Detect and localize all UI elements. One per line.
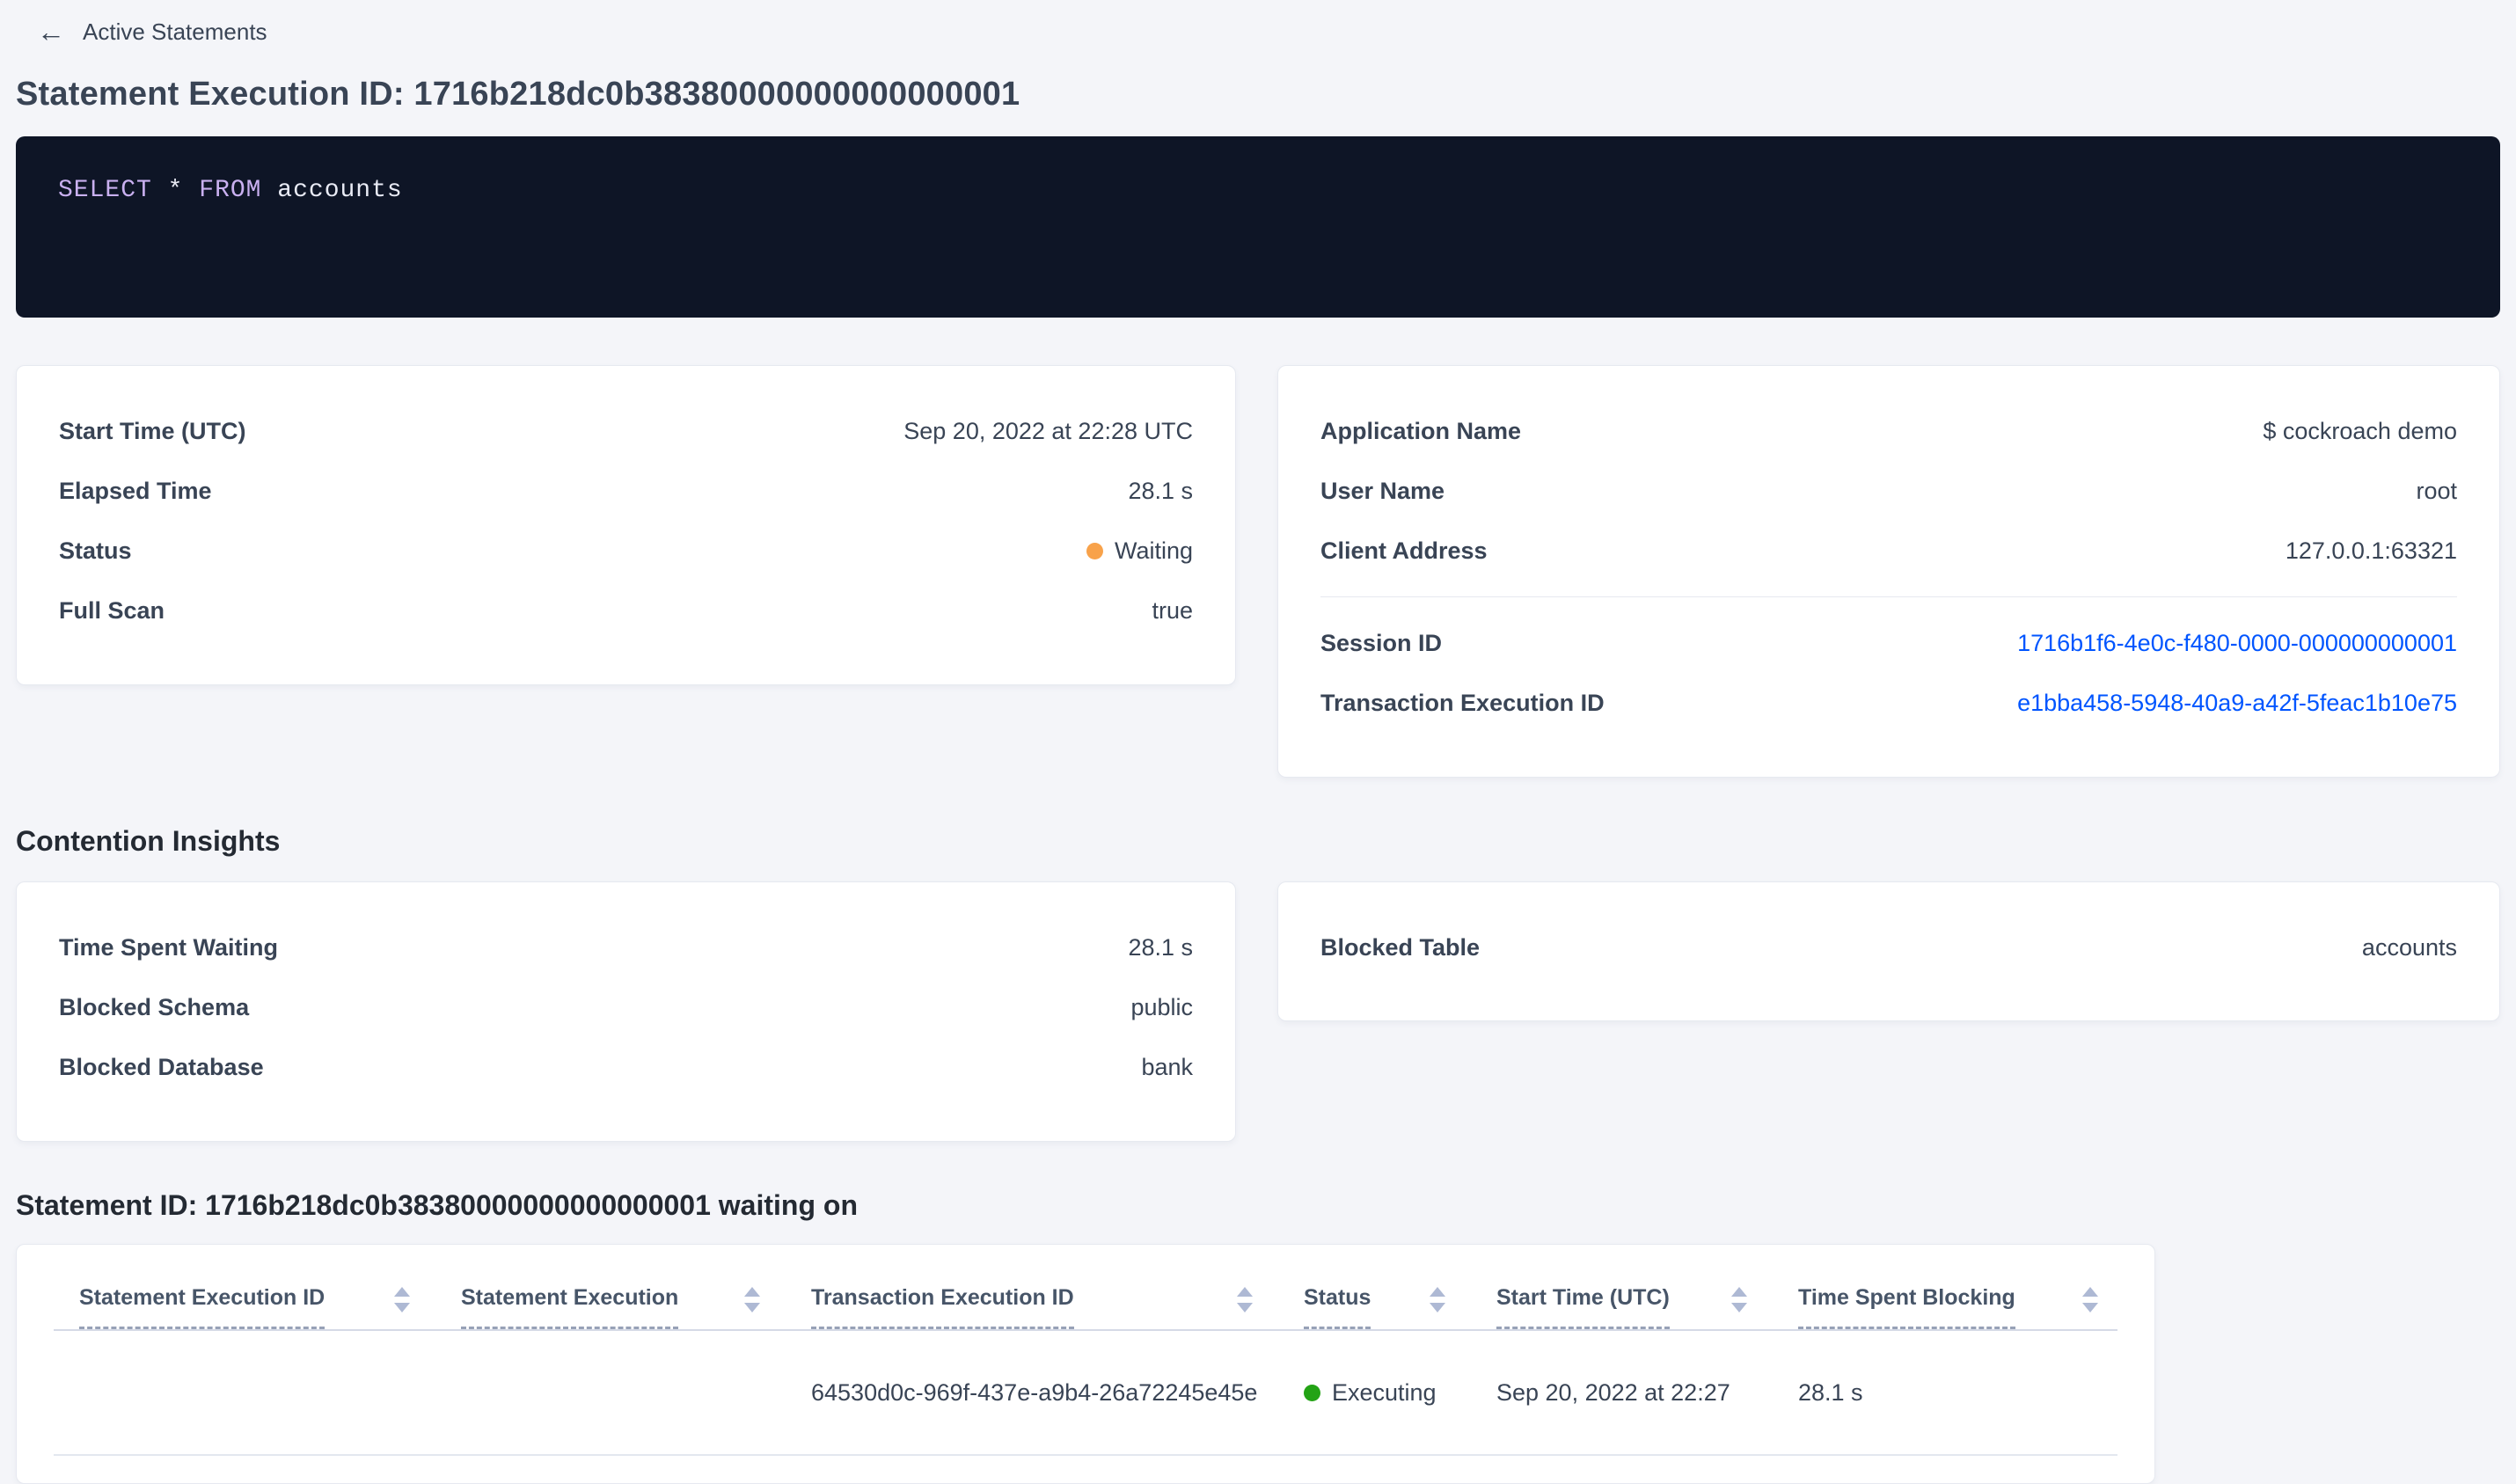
sort-down-icon <box>1430 1303 1445 1312</box>
column-header-status: Status <box>1304 1283 1496 1329</box>
application-name-row: Application Name $ cockroach demo <box>1320 401 2457 461</box>
elapsed-time-row: Elapsed Time 28.1 s <box>59 461 1193 521</box>
transaction-execution-id-link[interactable]: e1bba458-5948-40a9-a42f-5feac1b10e75 <box>2017 690 2457 717</box>
sort-down-icon <box>1731 1303 1747 1312</box>
elapsed-time-label: Elapsed Time <box>59 477 212 504</box>
sort-up-icon <box>394 1287 410 1297</box>
session-card: Application Name $ cockroach demo User N… <box>1277 365 2500 778</box>
elapsed-time-value: 28.1 s <box>1128 477 1193 504</box>
sql-keyword-select: SELECT <box>58 177 152 204</box>
top-cards-row: Start Time (UTC) Sep 20, 2022 at 22:28 U… <box>16 365 2500 778</box>
column-header-time-spent-blocking: Time Spent Blocking <box>1798 1283 2103 1329</box>
status-row: Status Waiting <box>59 521 1193 581</box>
executing-status-dot-icon <box>1304 1384 1320 1401</box>
full-scan-label: Full Scan <box>59 596 165 624</box>
start-time-label: Start Time (UTC) <box>59 417 246 444</box>
sql-keyword-from: FROM <box>199 177 262 204</box>
column-header-transaction-execution-id: Transaction Execution ID <box>811 1283 1304 1329</box>
transaction-execution-id-row: Transaction Execution ID e1bba458-5948-4… <box>1320 673 2457 733</box>
sql-star: * <box>167 177 184 204</box>
time-spent-waiting-row: Time Spent Waiting 28.1 s <box>59 917 1193 977</box>
contention-insights-heading: Contention Insights <box>16 825 281 857</box>
time-spent-waiting-value: 28.1 s <box>1128 933 1193 961</box>
blocked-database-row: Blocked Database bank <box>59 1037 1193 1097</box>
session-card-divider <box>1320 596 2457 597</box>
column-header-statement-execution: Statement Execution <box>461 1283 811 1329</box>
table-header-row: Statement Execution ID Statement Executi… <box>54 1245 2117 1331</box>
waiting-on-heading: Statement ID: 1716b218dc0b38380000000000… <box>16 1189 858 1221</box>
back-link-label: Active Statements <box>83 18 267 45</box>
blocked-database-label: Blocked Database <box>59 1053 264 1080</box>
blocked-table-row: Blocked Table accounts <box>1320 917 2457 977</box>
blocked-schema-value: public <box>1130 993 1193 1020</box>
arrow-left-icon: ← <box>37 16 65 48</box>
status-value-text: Waiting <box>1114 537 1193 564</box>
sort-down-icon <box>1237 1303 1253 1312</box>
time-spent-waiting-label: Time Spent Waiting <box>59 933 279 961</box>
blocked-table-card: Blocked Table accounts <box>1277 881 2500 1021</box>
table-row: 64530d0c-969f-437e-a9b4-26a72245e45e Exe… <box>54 1331 2117 1456</box>
blocked-table-label: Blocked Table <box>1320 933 1481 961</box>
sql-table-name: accounts <box>277 177 403 204</box>
sort-control[interactable] <box>394 1283 410 1312</box>
sort-up-icon <box>744 1287 760 1297</box>
cell-status: Executing <box>1304 1379 1496 1407</box>
session-id-link[interactable]: 1716b1f6-4e0c-f480-0000-000000000001 <box>2017 630 2457 657</box>
user-name-row: User Name root <box>1320 461 2457 521</box>
column-header-statement-execution-id: Statement Execution ID <box>79 1283 461 1329</box>
status-label: Status <box>59 537 132 564</box>
start-time-row: Start Time (UTC) Sep 20, 2022 at 22:28 U… <box>59 401 1193 461</box>
blocked-schema-label: Blocked Schema <box>59 993 250 1020</box>
blocked-table-value: accounts <box>2361 933 2457 961</box>
sort-down-icon <box>394 1303 410 1312</box>
sort-control[interactable] <box>1731 1283 1747 1312</box>
application-name-value: $ cockroach demo <box>2263 417 2457 444</box>
client-address-row: Client Address 127.0.0.1:63321 <box>1320 521 2457 581</box>
column-header-label[interactable]: Statement Execution ID <box>79 1283 325 1329</box>
full-scan-row: Full Scan true <box>59 581 1193 640</box>
cell-time-spent-blocking: 28.1 s <box>1798 1378 1863 1406</box>
cell-status-text: Executing <box>1332 1378 1437 1406</box>
back-link-active-statements[interactable]: ← Active Statements <box>37 12 267 51</box>
contention-cards-row: Time Spent Waiting 28.1 s Blocked Schema… <box>16 881 2500 1142</box>
column-header-start-time: Start Time (UTC) <box>1496 1283 1798 1329</box>
transaction-execution-id-label: Transaction Execution ID <box>1320 689 1605 716</box>
waiting-status-dot-icon <box>1086 542 1103 559</box>
column-header-label[interactable]: Transaction Execution ID <box>811 1283 1074 1329</box>
column-header-label[interactable]: Start Time (UTC) <box>1496 1283 1670 1329</box>
session-id-label: Session ID <box>1320 629 1443 656</box>
sort-up-icon <box>2082 1287 2098 1297</box>
status-value: Waiting <box>1086 537 1193 565</box>
column-header-label[interactable]: Time Spent Blocking <box>1798 1283 2015 1329</box>
overview-card: Start Time (UTC) Sep 20, 2022 at 22:28 U… <box>16 365 1236 685</box>
cell-transaction-execution-id: 64530d0c-969f-437e-a9b4-26a72245e45e <box>811 1378 1258 1406</box>
column-header-label[interactable]: Status <box>1304 1283 1371 1329</box>
blocked-database-value: bank <box>1141 1053 1193 1080</box>
column-header-label[interactable]: Statement Execution <box>461 1283 679 1329</box>
sort-control[interactable] <box>1430 1283 1445 1312</box>
session-id-row: Session ID 1716b1f6-4e0c-f480-0000-00000… <box>1320 613 2457 673</box>
page-title: Statement Execution ID: 1716b218dc0b3838… <box>16 76 1020 113</box>
user-name-value: root <box>2416 477 2457 504</box>
sort-control[interactable] <box>2082 1283 2098 1312</box>
client-address-value: 127.0.0.1:63321 <box>2285 537 2457 564</box>
sort-control[interactable] <box>1237 1283 1253 1312</box>
sort-control[interactable] <box>744 1283 760 1312</box>
sql-statement-box: SELECT * FROM accounts <box>16 136 2500 318</box>
sort-up-icon <box>1430 1287 1445 1297</box>
waiting-on-table-card: Statement Execution ID Statement Executi… <box>16 1244 2155 1484</box>
cell-start-time: Sep 20, 2022 at 22:27 <box>1496 1378 1730 1406</box>
user-name-label: User Name <box>1320 477 1445 504</box>
sort-up-icon <box>1237 1287 1253 1297</box>
statement-execution-page: ← Active Statements Statement Execution … <box>0 0 2516 1484</box>
application-name-label: Application Name <box>1320 417 1522 444</box>
blocked-schema-row: Blocked Schema public <box>59 977 1193 1037</box>
sort-down-icon <box>744 1303 760 1312</box>
client-address-label: Client Address <box>1320 537 1488 564</box>
contention-left-card: Time Spent Waiting 28.1 s Blocked Schema… <box>16 881 1236 1142</box>
full-scan-value: true <box>1152 596 1193 624</box>
sort-up-icon <box>1731 1287 1747 1297</box>
sort-down-icon <box>2082 1303 2098 1312</box>
start-time-value: Sep 20, 2022 at 22:28 UTC <box>903 417 1193 444</box>
